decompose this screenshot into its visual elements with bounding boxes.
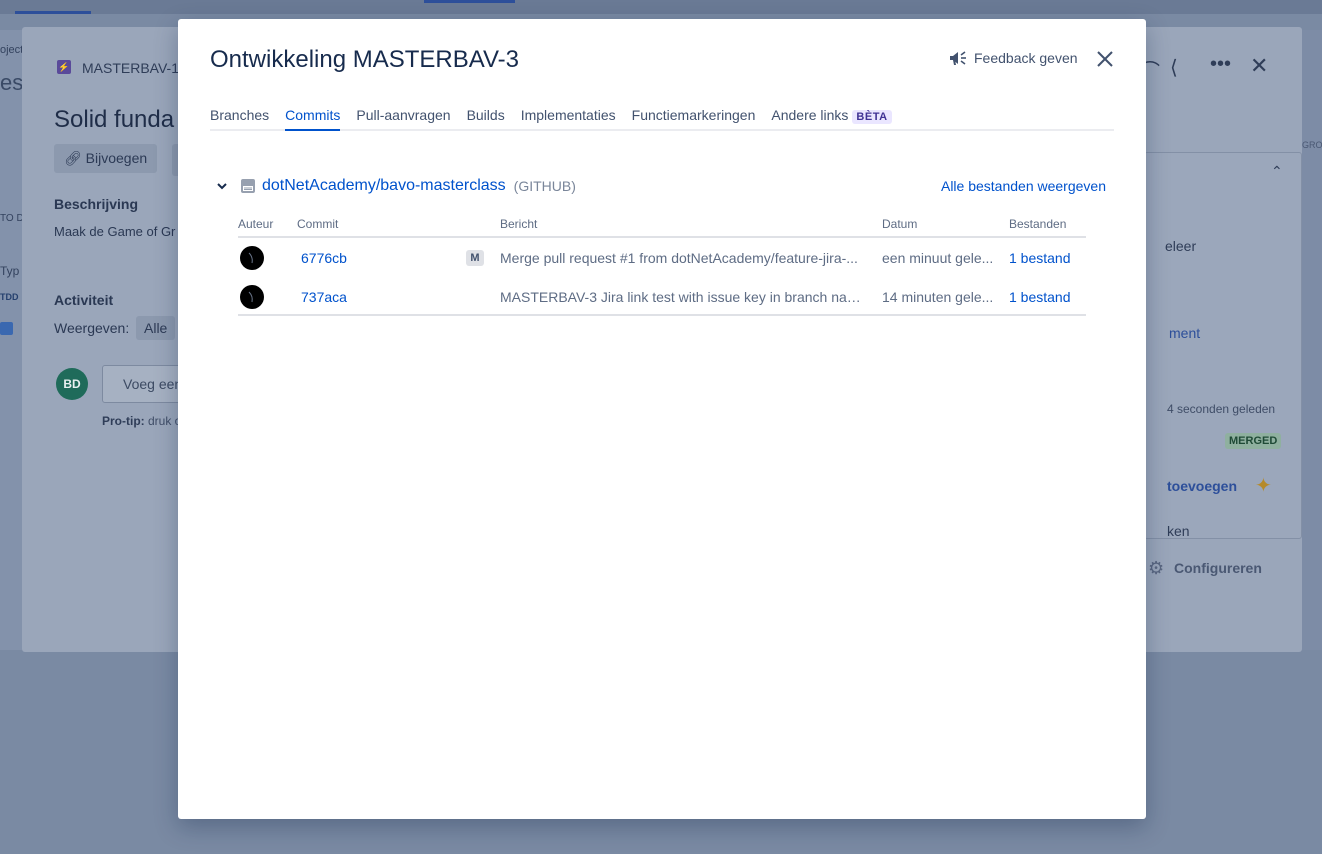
table-header: Auteur Commit Bericht Datum Bestanden (238, 216, 1086, 238)
commit-files-link[interactable]: 1 bestand (1009, 289, 1071, 305)
close-icon (1097, 51, 1113, 67)
feedback-label: Feedback geven (974, 50, 1078, 66)
gear-icon[interactable]: ⚙ (1148, 558, 1164, 579)
repository-provider: (GITHUB) (513, 178, 576, 194)
commit-message: MASTERBAV-3 Jira link test with issue ke… (500, 289, 868, 305)
commit-message: Merge pull request #1 from dotNetAcademy… (500, 250, 858, 266)
chevron-down-icon[interactable] (214, 178, 230, 194)
repository-icon (241, 179, 255, 193)
commit-files-link[interactable]: 1 bestand (1009, 250, 1071, 266)
story-type-icon: ⚡ (57, 60, 71, 74)
show-label: Weergeven: (54, 320, 130, 336)
panel-add-link[interactable]: toevoegen (1167, 478, 1237, 494)
commit-hash-link[interactable]: 6776cb (301, 250, 347, 266)
tab-other-links[interactable]: Andere links BÈTA (771, 107, 892, 129)
commit-date: 14 minuten gele... (882, 289, 994, 305)
development-modal: Ontwikkeling MASTERBAV-3 Feedback geven … (178, 19, 1146, 819)
beta-badge: BÈTA (852, 110, 892, 124)
tab-branches[interactable]: Branches (210, 107, 269, 129)
activity-label: Activiteit (54, 292, 114, 308)
share-icon[interactable]: ⟨ (1170, 55, 1178, 80)
attach-label: Bijvoegen (85, 150, 148, 166)
modal-title: Ontwikkeling MASTERBAV-3 (210, 46, 519, 73)
left-fragment: TDD (0, 292, 19, 302)
commits-table: Auteur Commit Bericht Datum Bestanden 67… (238, 216, 1086, 316)
issue-title[interactable]: Solid funda (54, 106, 174, 134)
right-sidebar-strip: GROI (1302, 30, 1322, 650)
description-text[interactable]: Maak de Game of Gr (54, 224, 175, 239)
column-header-message: Bericht (500, 217, 538, 231)
left-fragment: oject (0, 44, 24, 56)
author-avatar-icon (248, 291, 253, 303)
feedback-button[interactable]: Feedback geven (948, 49, 1078, 67)
close-modal-button[interactable] (1095, 49, 1115, 69)
table-row: 737aca MASTERBAV-3 Jira link test with i… (238, 277, 1086, 316)
commit-hash-link[interactable]: 737aca (301, 289, 347, 305)
protip-text: druk o (148, 414, 182, 428)
panel-time: 4 seconden geleden (1167, 402, 1276, 416)
repository-header: dotNetAcademy/bavo-masterclass (GITHUB) … (214, 175, 1106, 197)
attach-button[interactable]: 🔗︎ Bijvoegen (54, 144, 158, 173)
checkbox-icon (0, 322, 13, 335)
author-avatar[interactable] (240, 246, 264, 270)
configure-link[interactable]: Configureren (1174, 560, 1262, 576)
tab-bar: Branches Commits Pull-aanvragen Builds I… (210, 107, 1114, 131)
column-header-date: Datum (882, 217, 918, 231)
protip-label: Pro-tip: (102, 414, 145, 428)
sparkle-icon[interactable]: ✦ (1255, 473, 1272, 498)
author-avatar[interactable] (240, 285, 264, 309)
panel-fragment: eleer (1165, 238, 1197, 254)
column-header-author: Auteur (238, 217, 274, 231)
column-header-commit: Commit (297, 217, 339, 231)
right-fragment: GROI (1302, 140, 1322, 150)
close-issue-icon[interactable]: ✕ (1250, 53, 1268, 79)
panel-fragment[interactable]: ment (1169, 325, 1200, 341)
avatar: BD (56, 368, 88, 400)
tab-builds[interactable]: Builds (467, 107, 505, 129)
merge-badge: M (466, 250, 484, 266)
details-panel: ⌃ eleer ment 4 seconden geleden MERGED t… (1144, 152, 1302, 539)
more-icon[interactable]: ••• (1210, 53, 1231, 76)
tab-deployments[interactable]: Implementaties (521, 107, 616, 129)
merged-badge: MERGED (1225, 433, 1282, 449)
nav-active-indicator-2 (424, 0, 515, 3)
panel-fragment: ken (1167, 523, 1190, 539)
tab-commits[interactable]: Commits (285, 107, 341, 131)
paperclip-icon: 🔗︎ (64, 150, 82, 166)
megaphone-icon (950, 51, 966, 65)
top-navigation-bar (0, 0, 1322, 14)
nav-active-indicator (15, 11, 91, 14)
show-all-files-link[interactable]: Alle bestanden weergeven (941, 178, 1106, 194)
tab-feature-flags[interactable]: Functiemarkeringen (632, 107, 756, 129)
left-fragment: Typ (0, 264, 20, 278)
issue-key[interactable]: MASTERBAV-1 (82, 60, 179, 76)
left-sidebar-strip: oject est TO D Typ TDD (0, 30, 29, 650)
description-label: Beschrijving (54, 196, 139, 212)
author-avatar-icon (248, 252, 253, 264)
left-fragment: TO D (0, 213, 24, 224)
commit-date: een minuut gele... (882, 250, 994, 266)
column-header-files: Bestanden (1009, 217, 1067, 231)
table-row: 6776cb M Merge pull request #1 from dotN… (238, 238, 1086, 277)
repository-link[interactable]: dotNetAcademy/bavo-masterclass (262, 177, 506, 195)
show-filter-all[interactable]: Alle (136, 316, 176, 340)
collapse-icon[interactable]: ⌃ (1271, 163, 1283, 180)
tab-pull-requests[interactable]: Pull-aanvragen (356, 107, 450, 129)
